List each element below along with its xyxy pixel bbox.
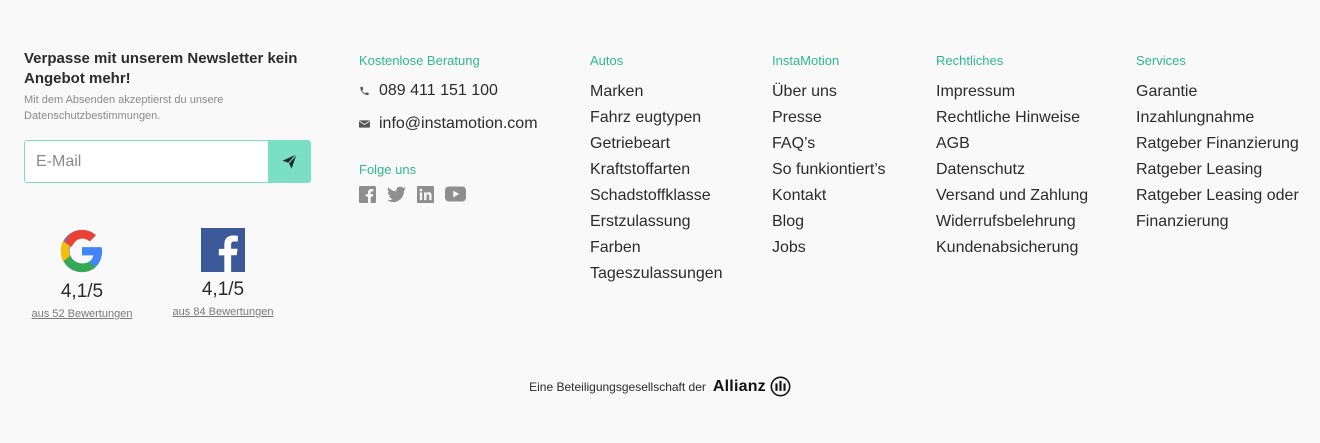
mail-icon xyxy=(359,120,370,128)
google-reviews-link[interactable]: aus 52 Bewertungen xyxy=(24,308,140,320)
email-contact[interactable]: info@instamotion.com xyxy=(359,115,538,133)
services-link[interactable]: Inzahlungnahme xyxy=(1136,105,1299,131)
services-heading: Services xyxy=(1136,53,1186,68)
autos-link[interactable]: Tageszulassungen xyxy=(590,261,723,287)
instamotion-link[interactable]: So funkiontiert’s xyxy=(772,157,886,183)
facebook-icon xyxy=(201,228,245,272)
follow-heading: Folge uns xyxy=(359,162,417,177)
instamotion-link[interactable]: Kontakt xyxy=(772,183,886,209)
instamotion-link[interactable]: Presse xyxy=(772,105,886,131)
instamotion-link[interactable]: Blog xyxy=(772,209,886,235)
paper-plane-icon xyxy=(282,154,298,169)
allianz-brand: Allianz xyxy=(712,377,766,395)
autos-link[interactable]: Getriebeart xyxy=(590,131,723,157)
email-address: info@instamotion.com xyxy=(379,115,538,132)
rechtliches-heading: Rechtliches xyxy=(936,53,1004,68)
services-link[interactable]: Ratgeber Leasing oder xyxy=(1136,183,1299,209)
send-button[interactable] xyxy=(268,140,311,183)
youtube-icon[interactable] xyxy=(445,186,466,202)
rechtliches-link[interactable]: AGB xyxy=(936,131,1088,157)
autos-column: Autos Marken Fahrz eugtypen Getriebeart … xyxy=(590,52,723,287)
instamotion-heading: InstaMotion xyxy=(772,53,840,68)
services-link[interactable]: Garantie xyxy=(1136,79,1299,105)
autos-link[interactable]: Fahrz eugtypen xyxy=(590,105,723,131)
services-link[interactable]: Finanzierung xyxy=(1136,209,1299,235)
phone-contact[interactable]: 089 411 151 100 xyxy=(359,82,498,100)
facebook-reviews-link[interactable]: aus 84 Bewertungen xyxy=(165,306,281,318)
autos-link[interactable]: Farben xyxy=(590,235,723,261)
newsletter-note: Mit dem Absenden akzeptierst du unsere D… xyxy=(24,94,224,122)
autos-link[interactable]: Marken xyxy=(590,79,723,105)
google-icon xyxy=(60,229,103,273)
facebook-score: 4,1/5 xyxy=(201,279,245,300)
allianz-logo-icon xyxy=(770,376,791,397)
rechtliches-link[interactable]: Datenschutz xyxy=(936,157,1088,183)
newsletter-form xyxy=(24,140,311,183)
facebook-icon[interactable] xyxy=(359,186,376,203)
autos-link[interactable]: Kraftstoffarten xyxy=(590,157,723,183)
autos-link[interactable]: Erstzulassung xyxy=(590,209,723,235)
phone-icon xyxy=(360,86,369,96)
autos-heading: Autos xyxy=(590,53,624,68)
services-link[interactable]: Ratgeber Finanzierung xyxy=(1136,131,1299,157)
email-input[interactable] xyxy=(24,140,268,183)
services-column: Services Garantie Inzahlungnahme Ratgebe… xyxy=(1136,52,1299,235)
social-links xyxy=(359,186,466,203)
phone-number: 089 411 151 100 xyxy=(379,82,498,99)
rechtliches-link[interactable]: Impressum xyxy=(936,79,1088,105)
services-link[interactable]: Ratgeber Leasing xyxy=(1136,157,1299,183)
rechtliches-link[interactable]: Kundenabsicherung xyxy=(936,235,1088,261)
allianz-footer: Eine Beteiligungsgesellschaft der Allian… xyxy=(0,376,1320,397)
rechtliches-link[interactable]: Rechtliche Hinweise xyxy=(936,105,1088,131)
google-score: 4,1/5 xyxy=(60,281,104,302)
twitter-icon[interactable] xyxy=(387,186,406,203)
instamotion-link[interactable]: Über uns xyxy=(772,79,886,105)
autos-link[interactable]: Schadstoffklasse xyxy=(590,183,723,209)
instamotion-link[interactable]: FAQ’s xyxy=(772,131,886,157)
instamotion-column: InstaMotion Über uns Presse FAQ’s So fun… xyxy=(772,52,886,261)
facebook-rating: 4,1/5 aus 84 Bewertungen xyxy=(165,228,281,318)
newsletter-title: Verpasse mit unserem Newsletter kein Ang… xyxy=(24,50,298,87)
instamotion-link[interactable]: Jobs xyxy=(772,235,886,261)
linkedin-icon[interactable] xyxy=(417,186,434,203)
rechtliches-link[interactable]: Versand und Zahlung xyxy=(936,183,1088,209)
google-rating: 4,1/5 aus 52 Bewertungen xyxy=(24,228,140,320)
contact-heading: Kostenlose Beratung xyxy=(359,53,480,68)
rechtliches-column: Rechtliches Impressum Rechtliche Hinweis… xyxy=(936,52,1088,261)
rechtliches-link[interactable]: Widerrufsbelehrung xyxy=(936,209,1088,235)
footer-text: Eine Beteiligungsgesellschaft der xyxy=(529,379,706,394)
